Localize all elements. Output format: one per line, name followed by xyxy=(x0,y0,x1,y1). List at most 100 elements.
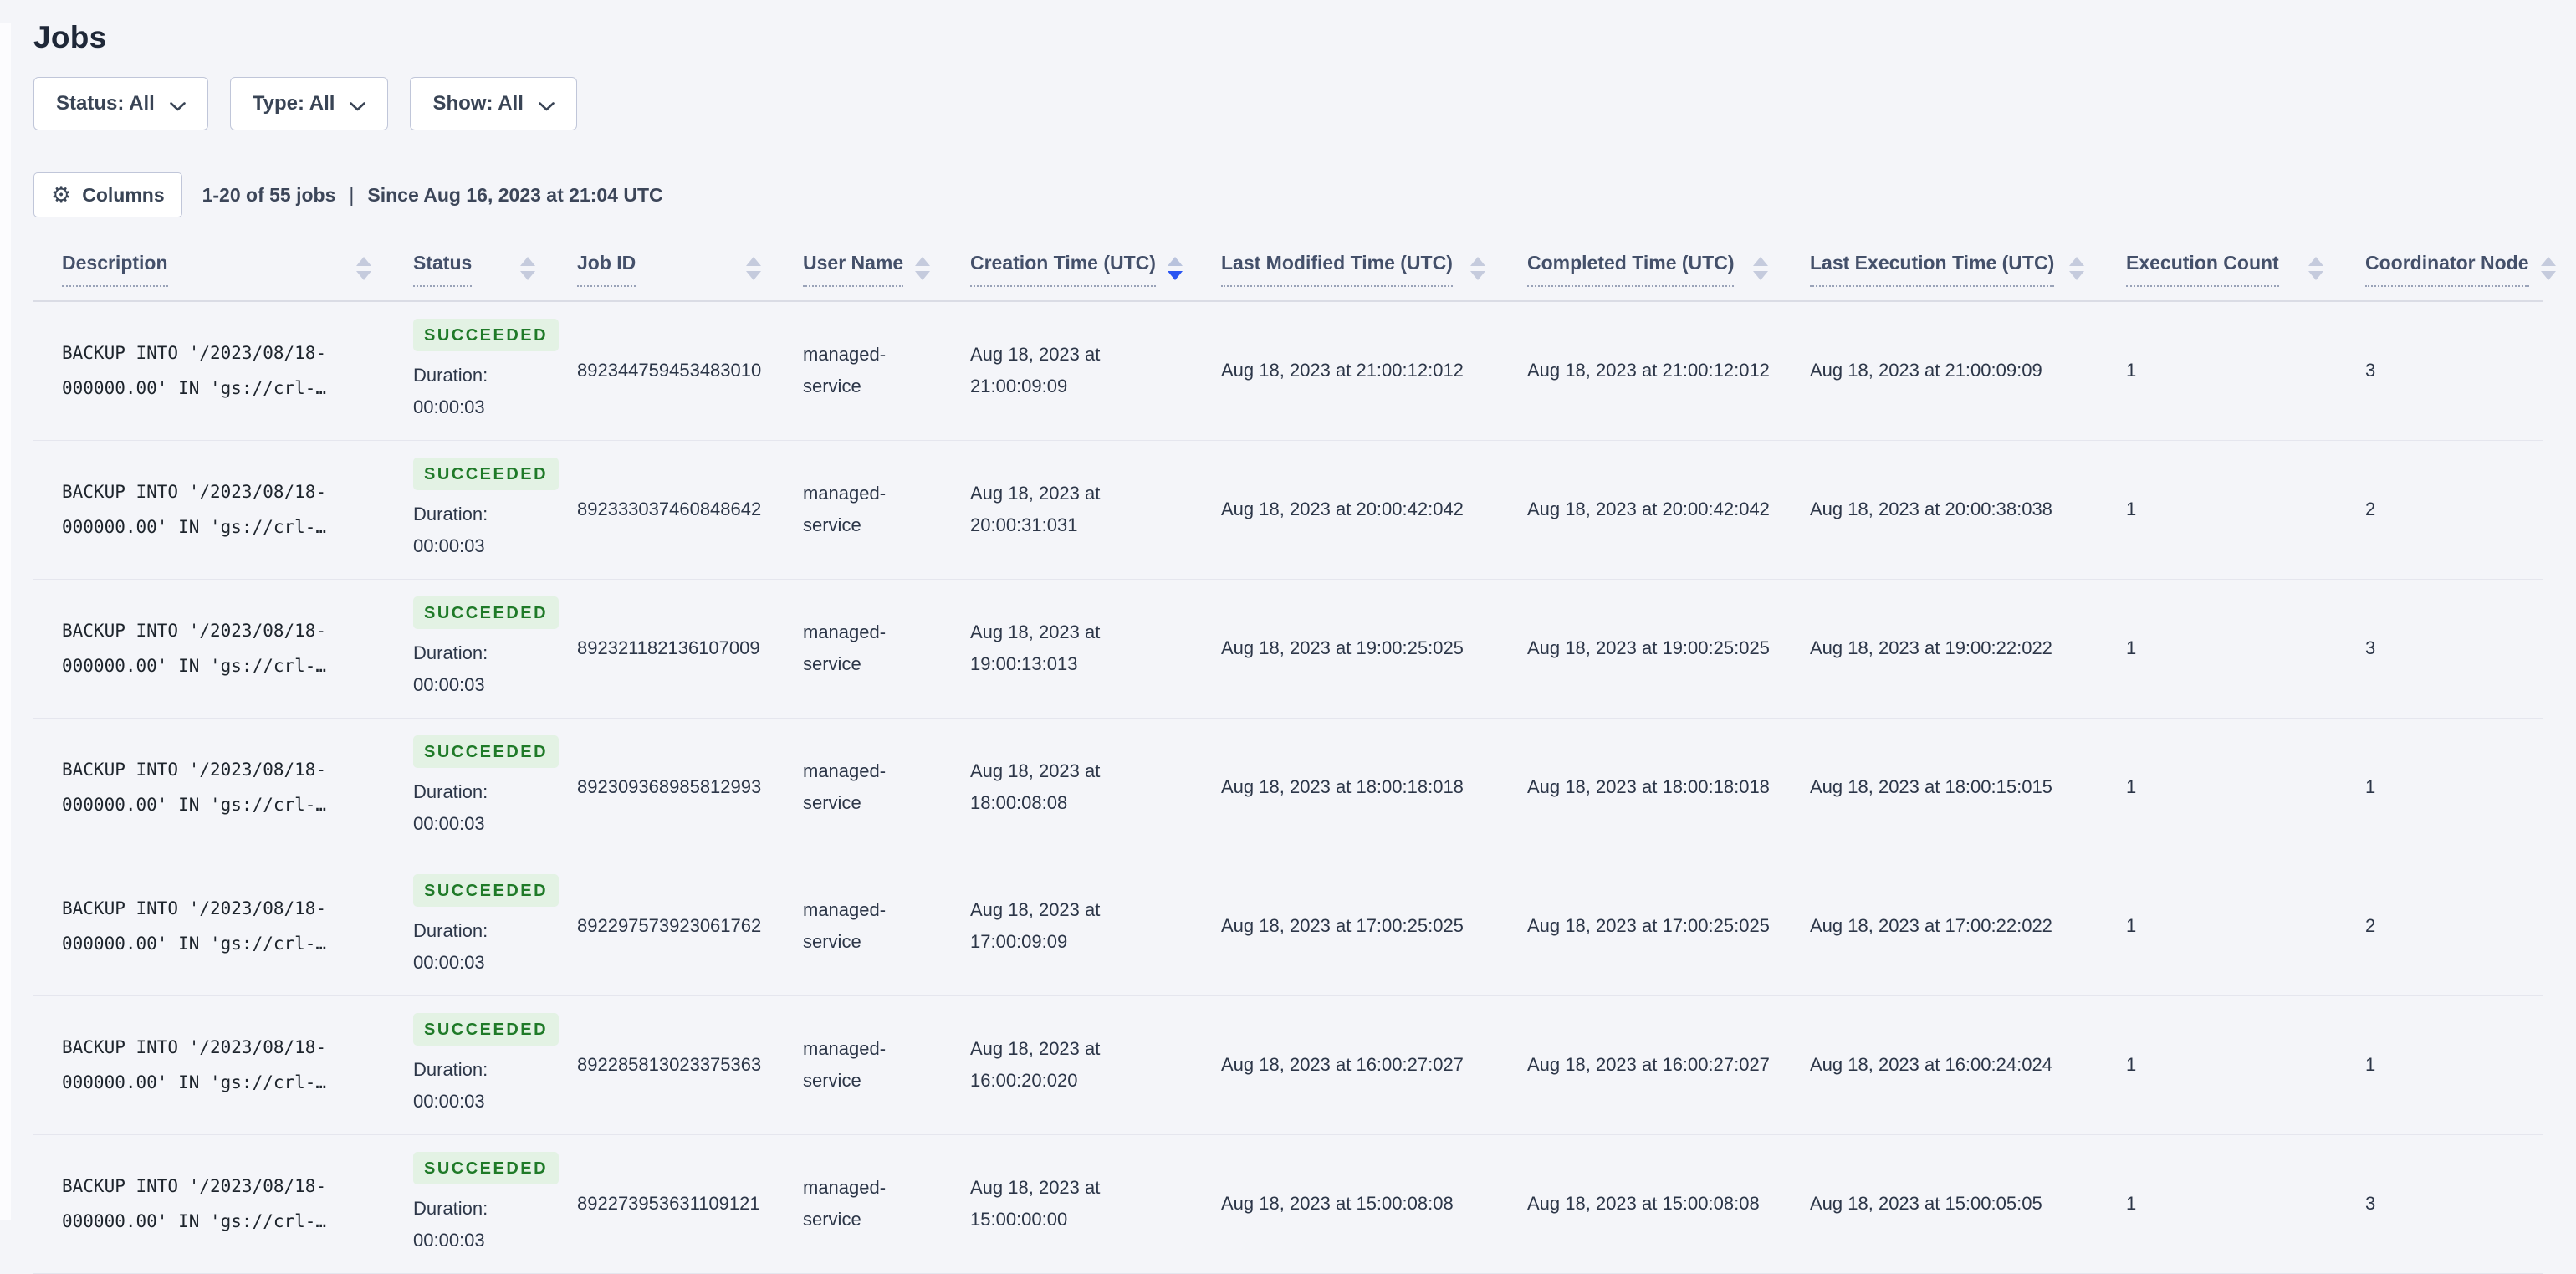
execution-count-cell: 1 xyxy=(2126,440,2365,580)
creation-time-cell: Aug 18, 2023 at 20:00:31:031 xyxy=(970,440,1221,580)
completed-time-cell: Aug 18, 2023 at 20:00:42:042 xyxy=(1527,440,1810,580)
duration-text: Duration: 00:00:03 xyxy=(413,364,488,417)
columns-button-label: Columns xyxy=(82,183,165,206)
sort-icon-active-desc[interactable] xyxy=(1167,257,1183,281)
job-id-cell: 892273953631109121 xyxy=(577,1134,803,1274)
jobs-table: Description Status Job ID User Name Crea… xyxy=(33,239,2556,1274)
last-execution-time-cell: Aug 18, 2023 at 17:00:22:022 xyxy=(1810,857,2126,996)
last-modified-time-cell: Aug 18, 2023 at 20:00:42:042 xyxy=(1221,440,1527,580)
last-execution-time-cell: Aug 18, 2023 at 16:00:24:024 xyxy=(1810,995,2126,1135)
description-cell: BACKUP INTO '/2023/08/18-000000.00' IN '… xyxy=(33,857,413,996)
user-name-cell: managed-service xyxy=(803,1134,970,1274)
column-header-last-modified-time[interactable]: Last Modified Time (UTC) xyxy=(1221,239,1527,302)
last-execution-time-cell: Aug 18, 2023 at 20:00:38:038 xyxy=(1810,440,2126,580)
execution-count-cell: 1 xyxy=(2126,1134,2365,1274)
coordinator-node-cell: 2 xyxy=(2365,440,2543,580)
column-header-creation-time[interactable]: Creation Time (UTC) xyxy=(970,239,1221,302)
page-title: Jobs xyxy=(33,20,107,54)
column-header-coordinator-node[interactable]: Coordinator Node xyxy=(2365,239,2556,302)
status-cell: SUCCEEDED Duration: 00:00:03 xyxy=(413,440,577,580)
completed-time-cell: Aug 18, 2023 at 17:00:25:025 xyxy=(1527,857,1810,996)
sort-icon[interactable] xyxy=(356,257,371,281)
sort-icon[interactable] xyxy=(746,257,761,281)
column-header-last-execution-time[interactable]: Last Execution Time (UTC) xyxy=(1810,239,2126,302)
job-id-cell: 892285813023375363 xyxy=(577,995,803,1135)
completed-time-cell: Aug 18, 2023 at 15:00:08:08 xyxy=(1527,1134,1810,1274)
status-filter-dropdown[interactable]: Status: All xyxy=(33,77,208,130)
column-header-execution-count[interactable]: Execution Count xyxy=(2126,239,2365,302)
last-modified-time-cell: Aug 18, 2023 at 16:00:27:027 xyxy=(1221,995,1527,1135)
status-cell: SUCCEEDED Duration: 00:00:03 xyxy=(413,995,577,1135)
sort-icon[interactable] xyxy=(2069,257,2084,281)
user-name-cell: managed-service xyxy=(803,857,970,996)
description-cell: BACKUP INTO '/2023/08/18-000000.00' IN '… xyxy=(33,995,413,1135)
sort-icon[interactable] xyxy=(1753,257,1768,281)
show-filter-dropdown[interactable]: Show: All xyxy=(410,77,577,130)
completed-time-cell: Aug 18, 2023 at 19:00:25:025 xyxy=(1527,579,1810,719)
chevron-down-icon xyxy=(169,94,186,117)
status-cell: SUCCEEDED Duration: 00:00:03 xyxy=(413,300,577,441)
last-execution-time-cell: Aug 18, 2023 at 21:00:09:09 xyxy=(1810,300,2126,441)
job-id-cell: 892344759453483010 xyxy=(577,300,803,441)
job-id-cell: 892321182136107009 xyxy=(577,579,803,719)
column-header-status[interactable]: Status xyxy=(413,239,577,302)
table-row: BACKUP INTO '/2023/08/18-000000.00' IN '… xyxy=(33,1134,2543,1274)
column-header-job-id[interactable]: Job ID xyxy=(577,239,803,302)
duration-text: Duration: 00:00:03 xyxy=(413,503,488,556)
sort-icon[interactable] xyxy=(2308,257,2323,281)
table-row: BACKUP INTO '/2023/08/18-000000.00' IN '… xyxy=(33,718,2543,857)
sort-icon[interactable] xyxy=(1470,257,1485,281)
column-header-description[interactable]: Description xyxy=(33,239,413,302)
execution-count-cell: 1 xyxy=(2126,718,2365,857)
last-modified-time-cell: Aug 18, 2023 at 17:00:25:025 xyxy=(1221,857,1527,996)
columns-button[interactable]: ⚙ Columns xyxy=(33,172,182,217)
status-cell: SUCCEEDED Duration: 00:00:03 xyxy=(413,857,577,996)
creation-time-cell: Aug 18, 2023 at 17:00:09:09 xyxy=(970,857,1221,996)
duration-text: Duration: 00:00:03 xyxy=(413,780,488,834)
status-badge: SUCCEEDED xyxy=(413,596,560,629)
type-filter-dropdown[interactable]: Type: All xyxy=(229,77,389,130)
last-execution-time-cell: Aug 18, 2023 at 18:00:15:015 xyxy=(1810,718,2126,857)
separator: | xyxy=(349,183,355,206)
last-modified-time-cell: Aug 18, 2023 at 19:00:25:025 xyxy=(1221,579,1527,719)
user-name-cell: managed-service xyxy=(803,579,970,719)
creation-time-cell: Aug 18, 2023 at 18:00:08:08 xyxy=(970,718,1221,857)
execution-count-cell: 1 xyxy=(2126,300,2365,441)
table-toolbar: ⚙ Columns 1-20 of 55 jobs | Since Aug 16… xyxy=(33,172,2543,217)
table-row: BACKUP INTO '/2023/08/18-000000.00' IN '… xyxy=(33,440,2543,580)
coordinator-node-cell: 3 xyxy=(2365,579,2543,719)
sort-icon[interactable] xyxy=(915,257,931,281)
table-row: BACKUP INTO '/2023/08/18-000000.00' IN '… xyxy=(33,857,2543,996)
description-cell: BACKUP INTO '/2023/08/18-000000.00' IN '… xyxy=(33,579,413,719)
completed-time-cell: Aug 18, 2023 at 18:00:18:018 xyxy=(1527,718,1810,857)
creation-time-cell: Aug 18, 2023 at 19:00:13:013 xyxy=(970,579,1221,719)
jobs-page: Jobs Status: All Type: All Show: All ⚙ C… xyxy=(0,0,2576,1274)
creation-time-cell: Aug 18, 2023 at 21:00:09:09 xyxy=(970,300,1221,441)
description-cell: BACKUP INTO '/2023/08/18-000000.00' IN '… xyxy=(33,718,413,857)
status-filter-label: Status: All xyxy=(56,92,155,115)
status-badge: SUCCEEDED xyxy=(413,734,560,768)
execution-count-cell: 1 xyxy=(2126,579,2365,719)
completed-time-cell: Aug 18, 2023 at 21:00:12:012 xyxy=(1527,300,1810,441)
sort-icon[interactable] xyxy=(520,257,535,281)
table-header-row: Description Status Job ID User Name Crea… xyxy=(33,239,2556,302)
chevron-down-icon xyxy=(350,94,366,117)
column-header-user-name[interactable]: User Name xyxy=(803,239,970,302)
job-id-cell: 892309368985812993 xyxy=(577,718,803,857)
coordinator-node-cell: 3 xyxy=(2365,300,2543,441)
execution-count-cell: 1 xyxy=(2126,995,2365,1135)
user-name-cell: managed-service xyxy=(803,440,970,580)
status-cell: SUCCEEDED Duration: 00:00:03 xyxy=(413,718,577,857)
chevron-down-icon xyxy=(539,94,555,117)
creation-time-cell: Aug 18, 2023 at 15:00:00:00 xyxy=(970,1134,1221,1274)
status-badge: SUCCEEDED xyxy=(413,1151,560,1184)
duration-text: Duration: 00:00:03 xyxy=(413,1058,488,1112)
table-row: BACKUP INTO '/2023/08/18-000000.00' IN '… xyxy=(33,579,2543,719)
column-header-completed-time[interactable]: Completed Time (UTC) xyxy=(1527,239,1810,302)
last-modified-time-cell: Aug 18, 2023 at 15:00:08:08 xyxy=(1221,1134,1527,1274)
job-id-cell: 892297573923061762 xyxy=(577,857,803,996)
sort-icon[interactable] xyxy=(2540,257,2556,281)
completed-time-cell: Aug 18, 2023 at 16:00:27:027 xyxy=(1527,995,1810,1135)
show-filter-label: Show: All xyxy=(432,92,524,115)
description-cell: BACKUP INTO '/2023/08/18-000000.00' IN '… xyxy=(33,1134,413,1274)
